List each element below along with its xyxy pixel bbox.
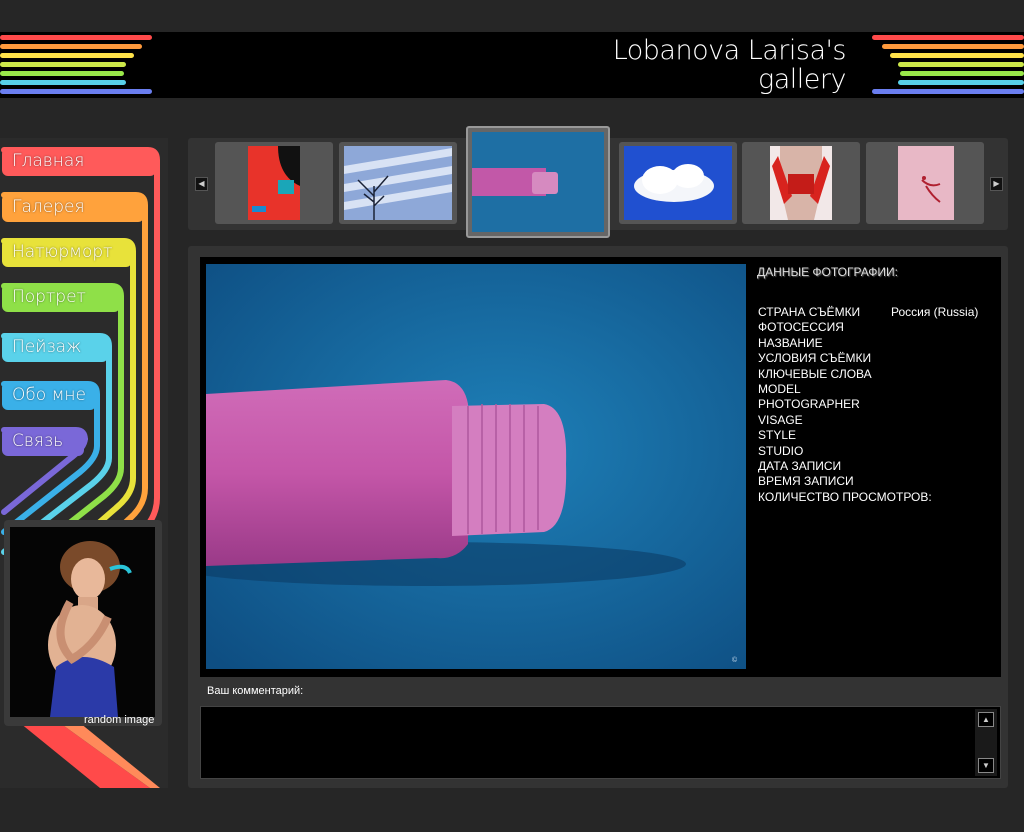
photo-info-field: STYLE	[758, 428, 932, 443]
comment-label: Ваш комментарий:	[207, 685, 304, 697]
scroll-down-icon: ▼	[982, 761, 990, 770]
arrow-right-icon: ▶	[993, 179, 1000, 188]
photo-info-value: Россия (Russia)	[891, 305, 979, 319]
photo-info-field: УСЛОВИЯ СЪЁМКИ	[758, 351, 932, 366]
thumb-tree-shadows[interactable]	[339, 142, 457, 224]
photo-info-label: ВРЕМЯ ЗАПИСИ	[758, 474, 854, 489]
photo-info-field: PHOTOGRAPHER	[758, 397, 932, 412]
nav-item-4[interactable]: Пейзаж	[2, 334, 108, 360]
photo-info-label: КЛЮЧЕВЫЕ СЛОВА	[758, 366, 872, 381]
photo-info-title: ДАННЫЕ ФОТОГРАФИИ:	[757, 265, 899, 279]
photo-info-field: НАЗВАНИЕ	[758, 336, 932, 351]
photo-info-field: ДАТА ЗАПИСИ	[758, 459, 932, 474]
nav-item-2[interactable]: Натюрморт	[2, 239, 132, 265]
random-image-label: random image	[84, 714, 155, 726]
main-photo[interactable]: ©	[206, 264, 746, 669]
rainbow-stripes-left	[0, 35, 152, 94]
random-image[interactable]	[10, 527, 155, 717]
thumb-red-poster[interactable]	[215, 142, 333, 224]
rainbow-stripes-right	[872, 35, 1024, 94]
photo-info-field: СТРАНА СЪЁМКИ Россия (Russia)	[758, 305, 978, 320]
photo-info-label: ФОТОСЕССИЯ	[758, 320, 844, 335]
nav-item-5[interactable]: Обо мне	[2, 382, 96, 408]
photo-info-label: СТРАНА СЪЁМКИ	[758, 305, 861, 319]
photo-info-field: VISAGE	[758, 413, 932, 428]
nav-item-3[interactable]: Портрет	[2, 284, 120, 310]
comment-input[interactable]	[200, 706, 1001, 779]
thumb-pink-still[interactable]	[866, 142, 984, 224]
photo-info-label: УСЛОВИЯ СЪЁМКИ	[758, 351, 872, 366]
scroll-down-button[interactable]: ▼	[978, 758, 994, 773]
photo-info-label: КОЛИЧЕСТВО ПРОСМОТРОВ:	[758, 489, 932, 504]
scroll-up-button[interactable]: ▲	[978, 712, 994, 727]
photo-info-field: STUDIO	[758, 444, 932, 459]
nav-item-0[interactable]: Главная	[2, 148, 156, 174]
nav-item-6[interactable]: Связь	[2, 428, 84, 454]
scroll-up-icon: ▲	[982, 715, 990, 724]
site-title-line1: Lobanova Larisa's	[612, 35, 847, 66]
photo-info-field: ВРЕМЯ ЗАПИСИ	[758, 474, 932, 489]
thumb-clouds[interactable]	[619, 142, 737, 224]
svg-text:©: ©	[732, 656, 738, 664]
arrow-left-icon: ◀	[198, 179, 205, 188]
thumb-pink-roll[interactable]	[466, 126, 610, 238]
photo-info-label: НАЗВАНИЕ	[758, 335, 823, 350]
site-title: Lobanova Larisa's gallery	[546, 35, 847, 95]
photo-info-field: КЛЮЧЕВЫЕ СЛОВА	[758, 367, 932, 382]
photo-info-label: MODEL	[758, 381, 801, 396]
prev-thumbnails-button[interactable]: ◀	[195, 177, 208, 191]
photo-info-label: ДАТА ЗАПИСИ	[758, 458, 842, 473]
next-thumbnails-button[interactable]: ▶	[990, 177, 1003, 191]
photo-info-label: STYLE	[758, 428, 797, 443]
nav-item-1[interactable]: Галерея	[2, 194, 144, 220]
photo-info-field: MODEL	[758, 382, 932, 397]
site-title-line2: gallery	[758, 64, 846, 95]
photo-info-list: СТРАНА СЪЁМКИ Россия (Russia) ФОТОСЕССИЯ НА…	[758, 305, 978, 505]
photo-info-label: STUDIO	[758, 443, 804, 458]
photo-info-field: ФОТОСЕССИЯ	[758, 320, 932, 335]
portrait-illustration	[10, 527, 155, 717]
photo-info-label: VISAGE	[758, 412, 803, 427]
thumb-red-gloves[interactable]	[742, 142, 860, 224]
photo-info-field: КОЛИЧЕСТВО ПРОСМОТРОВ:	[758, 490, 932, 505]
photo-info-label: PHOTOGRAPHER	[758, 397, 860, 412]
